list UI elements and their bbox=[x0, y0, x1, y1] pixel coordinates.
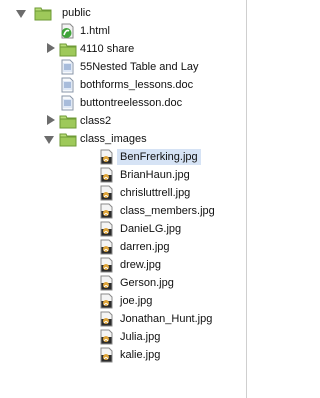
tree-item-label: Gerson.jpg bbox=[120, 277, 174, 289]
tree-row-image[interactable]: DanieLG.jpg bbox=[0, 219, 246, 237]
image-file-icon bbox=[100, 257, 113, 273]
tree-item-label: joe.jpg bbox=[120, 295, 153, 307]
disclosure-expanded-icon[interactable] bbox=[16, 10, 26, 18]
tree-row-image[interactable]: class_members.jpg bbox=[0, 201, 246, 219]
tree-row-image[interactable]: darren.jpg bbox=[0, 237, 246, 255]
tree-item-label: Julia.jpg bbox=[120, 331, 161, 343]
tree-item-label: bothforms_lessons.doc bbox=[80, 79, 194, 91]
tree-item-label: BrianHaun.jpg bbox=[120, 169, 190, 181]
vertical-scrollbar[interactable] bbox=[246, 0, 253, 398]
disclosure-collapsed-icon[interactable] bbox=[47, 43, 55, 53]
image-file-icon bbox=[100, 329, 113, 345]
tree-item-label: class_images bbox=[80, 133, 147, 145]
tree-row-folder[interactable]: class2 bbox=[0, 111, 246, 129]
tree-item-label: BenFrerking.jpg bbox=[117, 149, 201, 165]
tree-row-image[interactable]: Gerson.jpg bbox=[0, 273, 246, 291]
tree-row-image[interactable]: drew.jpg bbox=[0, 255, 246, 273]
image-file-icon bbox=[100, 203, 113, 219]
tree-item-label: class_members.jpg bbox=[120, 205, 215, 217]
folder-icon bbox=[59, 133, 77, 147]
tree-row-file[interactable]: bothforms_lessons.doc bbox=[0, 75, 246, 93]
image-file-icon bbox=[100, 347, 113, 363]
tree-item-label: chrisluttrell.jpg bbox=[120, 187, 191, 199]
image-file-icon bbox=[100, 149, 113, 165]
disclosure-expanded-icon[interactable] bbox=[44, 136, 54, 144]
tree-row-file[interactable]: 55Nested Table and Lay bbox=[0, 57, 246, 75]
tree-item-label: 4110 share bbox=[80, 43, 135, 55]
tree-item-label: kalie.jpg bbox=[120, 349, 161, 361]
tree-item-label: DanieLG.jpg bbox=[120, 223, 182, 235]
tree-row-image[interactable]: chrisluttrell.jpg bbox=[0, 183, 246, 201]
tree-item-label: drew.jpg bbox=[120, 259, 161, 271]
tree-row-image[interactable]: kalie.jpg bbox=[0, 345, 246, 363]
tree-item-label: class2 bbox=[80, 115, 112, 127]
tree-item-label: 1.html bbox=[80, 25, 110, 37]
tree-item-label: buttontreelesson.doc bbox=[80, 97, 183, 109]
image-file-icon bbox=[100, 221, 113, 237]
tree-item-label: public bbox=[62, 7, 91, 19]
document-file-icon bbox=[61, 95, 74, 111]
tree-row-image-selected[interactable]: BenFrerking.jpg bbox=[0, 147, 246, 165]
tree-row-file[interactable]: buttontreelesson.doc bbox=[0, 93, 246, 111]
tree-item-label: darren.jpg bbox=[120, 241, 170, 253]
tree-row-public[interactable]: public bbox=[0, 3, 246, 21]
tree-row-image[interactable]: BrianHaun.jpg bbox=[0, 165, 246, 183]
tree-row-image[interactable]: Julia.jpg bbox=[0, 327, 246, 345]
tree-row-image[interactable]: joe.jpg bbox=[0, 291, 246, 309]
folder-icon bbox=[59, 43, 77, 57]
tree-item-label: Jonathan_Hunt.jpg bbox=[120, 313, 213, 325]
document-file-icon bbox=[61, 59, 74, 75]
image-file-icon bbox=[100, 239, 113, 255]
disclosure-collapsed-icon[interactable] bbox=[47, 115, 55, 125]
image-file-icon bbox=[100, 311, 113, 327]
tree-row-folder[interactable]: class_images bbox=[0, 129, 246, 147]
image-file-icon bbox=[100, 293, 113, 309]
html-file-icon bbox=[61, 23, 74, 39]
tree-row-image[interactable]: Jonathan_Hunt.jpg bbox=[0, 309, 246, 327]
folder-icon bbox=[34, 7, 52, 21]
file-tree: public 1.html 4110 share 55Nested Table … bbox=[0, 0, 246, 398]
tree-item-label: 55Nested Table and Lay bbox=[80, 61, 199, 73]
image-file-icon bbox=[100, 275, 113, 291]
image-file-icon bbox=[100, 167, 113, 183]
folder-icon bbox=[59, 115, 77, 129]
document-file-icon bbox=[61, 77, 74, 93]
image-file-icon bbox=[100, 185, 113, 201]
tree-row-file[interactable]: 1.html bbox=[0, 21, 246, 39]
tree-row-folder[interactable]: 4110 share bbox=[0, 39, 246, 57]
